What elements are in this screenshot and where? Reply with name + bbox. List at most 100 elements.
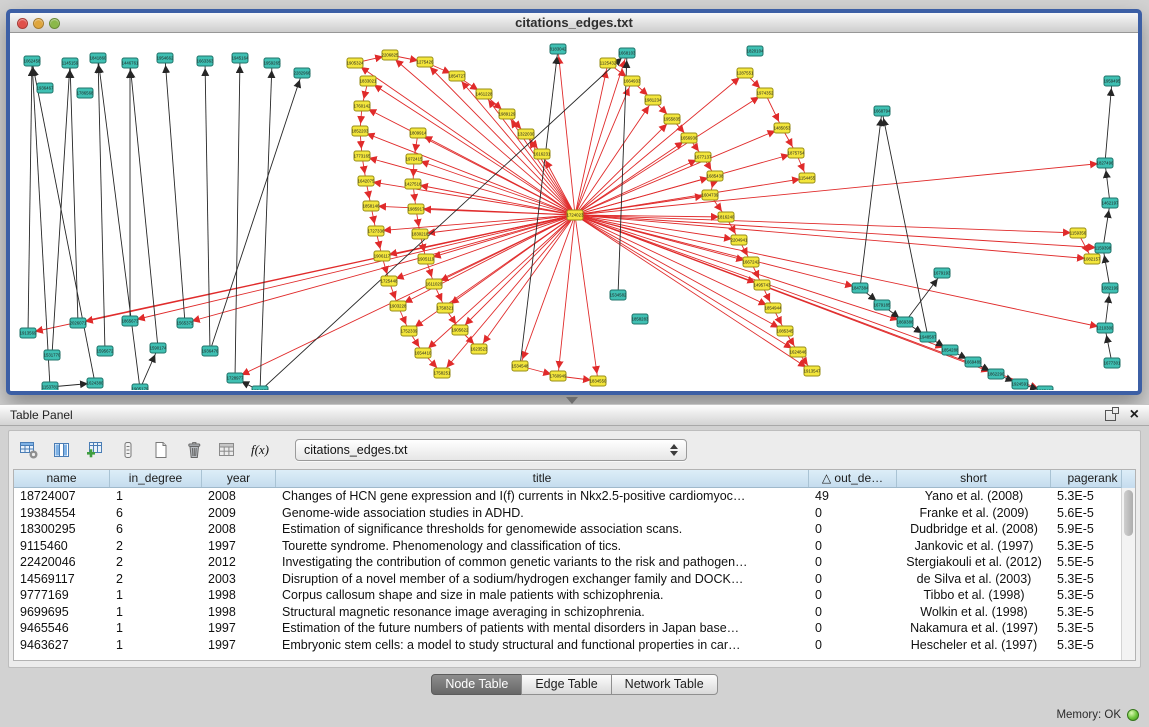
graph-node[interactable]: 1624846 (790, 347, 807, 357)
graph-node[interactable]: 1727336 (368, 226, 385, 236)
graph-node[interactable]: 1959265 (264, 58, 281, 68)
graph-node[interactable]: 1085345 (777, 326, 794, 336)
graph-node[interactable]: 2206825 (382, 50, 399, 60)
table-row[interactable]: 969969511998Structural magnetic resonanc… (14, 604, 1135, 621)
graph-node[interactable]: 1495743 (754, 280, 771, 290)
graph-node[interactable]: 1642075 (358, 176, 375, 186)
graph-node[interactable]: 1565375 (177, 318, 194, 328)
column-header-in_degree[interactable]: in_degree (110, 470, 202, 487)
graph-node[interactable]: 1833021 (360, 76, 377, 86)
graph-node[interactable]: 1462197 (1102, 198, 1119, 208)
graph-node[interactable]: 1752339 (401, 326, 418, 336)
window-titlebar[interactable]: citations_edges.txt (10, 13, 1138, 33)
table-row[interactable]: 2242004622012Investigating the contribut… (14, 554, 1135, 571)
graph-node[interactable]: 1905324 (347, 58, 364, 68)
graph-node[interactable]: 1905179 (132, 384, 149, 390)
graph-node[interactable]: 1955835 (664, 114, 681, 124)
graph-node[interactable]: 1667242 (743, 257, 760, 267)
graph-node[interactable]: 8183042 (550, 44, 567, 54)
graph-node[interactable]: 1903228 (390, 301, 407, 311)
panel-divider-handle[interactable] (566, 397, 578, 404)
graph-node[interactable]: 1830218 (412, 229, 429, 239)
table-row[interactable]: 1872400712008Changes of HCN gene express… (14, 488, 1135, 505)
graph-node[interactable]: 1082199 (1102, 283, 1119, 293)
graph-node[interactable]: 1773165 (354, 151, 371, 161)
close-panel-icon[interactable]: × (1130, 408, 1139, 422)
graph-node[interactable]: 1869386 (897, 317, 914, 327)
graph-node[interactable]: 1159356 (1070, 228, 1087, 238)
graph-node[interactable]: 1852203 (352, 126, 369, 136)
graph-node[interactable]: 1427516 (405, 179, 422, 189)
table-settings-icon[interactable] (17, 438, 41, 462)
graph-node[interactable]: 1981234 (645, 95, 662, 105)
graph-node[interactable]: 1809914 (410, 128, 427, 138)
graph-node[interactable]: 1664933 (624, 76, 641, 86)
scrollbar-thumb[interactable] (1124, 490, 1133, 536)
import-table-icon[interactable] (83, 438, 107, 462)
graph-node[interactable]: 1945164 (232, 53, 249, 63)
graph-node[interactable]: 1905119 (418, 254, 435, 264)
tab-node-table[interactable]: Node Table (431, 674, 522, 695)
graph-node[interactable]: 1905622 (452, 325, 469, 335)
graph-node[interactable]: 1913569 (20, 328, 37, 338)
graph-node[interactable]: 1668103 (619, 48, 636, 58)
table-select-dropdown[interactable]: citations_edges.txt (295, 439, 687, 461)
column-header-year[interactable]: year (202, 470, 276, 487)
graph-node[interactable]: 1669489 (965, 357, 982, 367)
graph-node[interactable]: 1936476 (202, 346, 219, 356)
graph-node[interactable]: 1154455 (799, 173, 816, 183)
merge-rows-icon[interactable] (116, 438, 140, 462)
graph-node[interactable]: 1834550 (590, 376, 607, 386)
graph-node[interactable]: 1854944 (765, 303, 782, 313)
graph-node[interactable]: 2282966 (294, 68, 311, 78)
graph-node[interactable]: 1816240 (718, 212, 735, 222)
graph-node[interactable]: 1082157 (1084, 254, 1101, 264)
graph-node[interactable]: 1989129 (499, 109, 516, 119)
graph-node[interactable]: 1485053 (774, 123, 791, 133)
graph-node[interactable]: 1446761 (122, 58, 139, 68)
graph-node[interactable]: 1847384 (852, 283, 869, 293)
graph-node[interactable]: 1125432 (600, 58, 617, 68)
graph-node[interactable]: 1322030 (518, 129, 535, 139)
graph-node[interactable]: 1624380 (87, 378, 104, 388)
graph-node[interactable]: 1724023 (567, 210, 584, 220)
minimize-button[interactable] (33, 18, 44, 29)
graph-node[interactable]: 1461228 (476, 89, 493, 99)
graph-node[interactable]: 1834578 (252, 386, 269, 390)
graph-node[interactable]: 1728977 (227, 373, 244, 383)
graph-node[interactable]: 1841860 (90, 53, 107, 63)
graph-node[interactable]: 1820104 (747, 46, 764, 56)
graph-node[interactable]: 1924591 (1012, 379, 1029, 389)
graph-node[interactable]: 1760142 (354, 101, 371, 111)
graph-node[interactable]: 1854727 (449, 71, 466, 81)
table-row[interactable]: 977716911998Corpus callosum shape and si… (14, 587, 1135, 604)
graph-node[interactable]: 1287551 (737, 68, 754, 78)
graph-node[interactable]: 1758251 (434, 368, 451, 378)
graph-node[interactable]: 1604739 (702, 190, 719, 200)
graph-node[interactable]: 1948587 (920, 332, 937, 342)
column-header-name[interactable]: name (14, 470, 110, 487)
zoom-button[interactable] (49, 18, 60, 29)
graph-node[interactable]: 1875754 (788, 148, 805, 158)
graph-node[interactable]: 1663363 (197, 56, 214, 66)
graph-node[interactable]: 1275426 (417, 57, 434, 67)
graph-node[interactable]: 1936467 (37, 83, 54, 93)
graph-node[interactable]: 1654410 (415, 348, 432, 358)
graph-node[interactable]: 1786568 (77, 88, 94, 98)
graph-node[interactable]: 1858283 (632, 314, 649, 324)
delete-table-icon[interactable] (182, 438, 206, 462)
graph-node[interactable]: 1679193 (934, 268, 951, 278)
table-row[interactable]: 911546021997Tourette syndrome. Phenomeno… (14, 538, 1135, 555)
column-header-short[interactable]: short (897, 470, 1051, 487)
graph-node[interactable]: 2204941 (731, 235, 748, 245)
table-row[interactable]: 946554611997Estimation of the future num… (14, 620, 1135, 637)
column-header-title[interactable]: title (276, 470, 809, 487)
graph-node[interactable]: 1725448 (381, 276, 398, 286)
graph-node[interactable]: 1153781 (42, 382, 59, 390)
graph-node[interactable]: 1865492 (1037, 386, 1054, 390)
column-header-out_degree[interactable]: △ out_de… (809, 470, 897, 487)
network-canvas[interactable]: 1724023 1833021 1760142 1852203 1773165 16420… (10, 33, 1138, 390)
graph-node[interactable]: 1595672 (97, 346, 114, 356)
graph-node[interactable]: 1985917 (408, 204, 425, 214)
graph-node[interactable]: 1677301 (1104, 358, 1121, 368)
